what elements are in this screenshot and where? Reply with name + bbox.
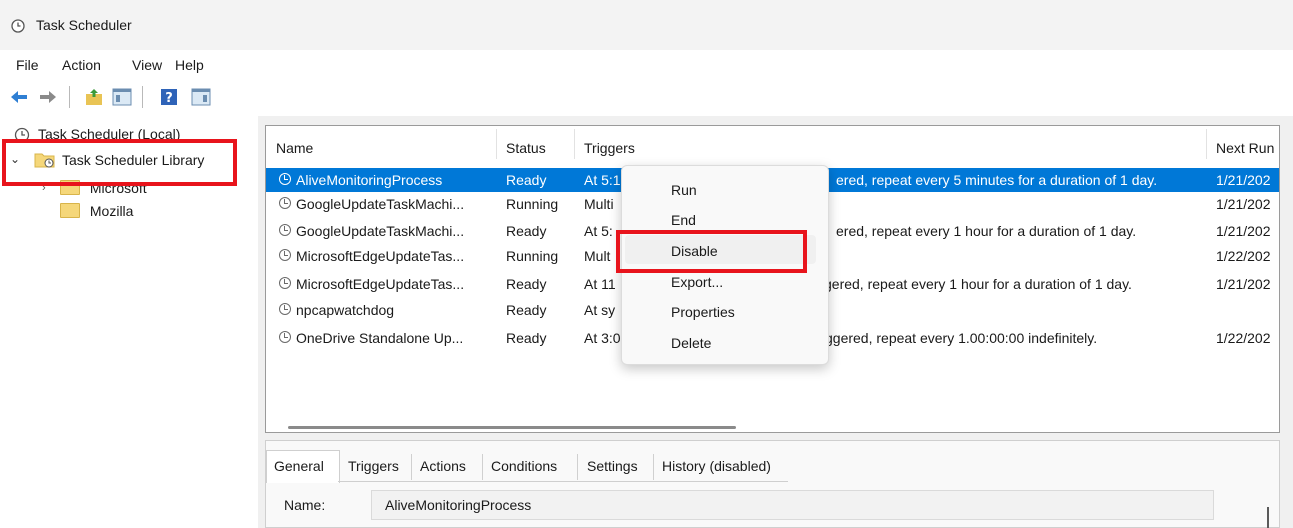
column-divider[interactable] xyxy=(496,129,497,159)
task-status: Running xyxy=(506,248,559,264)
task-trigger: At 11 xyxy=(584,276,616,292)
task-next-run: 1/21/202 xyxy=(1216,276,1271,292)
task-next-run: 1/22/202 xyxy=(1216,330,1271,346)
tab-divider xyxy=(411,454,412,480)
task-name: GoogleUpdateTaskMachi... xyxy=(296,196,465,212)
svg-text:?: ? xyxy=(165,91,173,106)
clock-icon xyxy=(279,303,291,315)
clock-icon xyxy=(279,331,291,343)
task-name: MicrosoftEdgeUpdateTas... xyxy=(296,276,465,292)
menu-view[interactable]: View xyxy=(132,57,162,73)
context-menu-delete[interactable]: Delete xyxy=(671,335,711,351)
context-menu-end[interactable]: End xyxy=(671,212,696,228)
task-status: Ready xyxy=(506,223,547,239)
task-trigger: Multi xyxy=(584,196,614,212)
tab-conditions[interactable]: Conditions xyxy=(491,458,557,474)
clock-icon xyxy=(279,249,291,261)
column-header-triggers[interactable]: Triggers xyxy=(584,140,635,156)
menu-action[interactable]: Action xyxy=(62,57,101,73)
task-name: AliveMonitoringProcess xyxy=(296,172,443,188)
task-status: Ready xyxy=(506,276,547,292)
task-trigger: Mult xyxy=(584,248,611,264)
task-status: Running xyxy=(506,196,559,212)
task-trigger-detail: ggered, repeat every 1.00:00:00 indefini… xyxy=(825,330,1098,346)
context-menu-properties[interactable]: Properties xyxy=(671,304,735,320)
clock-icon xyxy=(279,173,291,185)
column-header-name[interactable]: Name xyxy=(276,140,313,156)
task-next-run: 1/22/202 xyxy=(1216,248,1271,264)
forward-arrow-icon[interactable] xyxy=(38,87,58,107)
tab-strip-line xyxy=(338,481,788,482)
clock-icon xyxy=(279,224,291,236)
task-status: Ready xyxy=(506,330,547,346)
toolbar-separator xyxy=(142,86,143,108)
window-title: Task Scheduler xyxy=(36,17,132,33)
task-name: OneDrive Standalone Up... xyxy=(296,330,464,346)
annotation-highlight-box xyxy=(616,230,807,273)
folder-up-icon[interactable] xyxy=(84,87,104,107)
task-trigger-detail: ered, repeat every 5 minutes for a durat… xyxy=(836,172,1158,188)
annotation-highlight-box xyxy=(2,139,237,186)
tab-settings[interactable]: Settings xyxy=(587,458,638,474)
column-divider[interactable] xyxy=(574,129,575,159)
tab-history[interactable]: History (disabled) xyxy=(662,458,771,474)
back-arrow-icon[interactable] xyxy=(9,87,29,107)
folder-icon xyxy=(60,203,80,218)
tab-general[interactable]: General xyxy=(274,458,324,474)
context-menu-run[interactable]: Run xyxy=(671,182,697,198)
task-trigger-detail: ered, repeat every 1 hour for a duration… xyxy=(836,223,1137,239)
clock-icon xyxy=(279,277,291,289)
task-name: npcapwatchdog xyxy=(296,302,395,318)
task-scheduler-app-icon xyxy=(11,19,25,33)
task-next-run: 1/21/202 xyxy=(1216,196,1271,212)
tree-item-mozilla[interactable]: Mozilla xyxy=(60,203,133,219)
menu-help[interactable]: Help xyxy=(175,57,204,73)
task-trigger: At sy xyxy=(584,302,616,318)
task-next-run: 1/21/202 xyxy=(1216,172,1271,188)
tree-item-label: Mozilla xyxy=(89,203,134,219)
task-trigger: At 3:0 xyxy=(584,330,621,346)
name-field-value: AliveMonitoringProcess xyxy=(385,497,532,513)
task-trigger-detail: gered, repeat every 1 hour for a duratio… xyxy=(824,276,1132,292)
task-next-run: 1/21/202 xyxy=(1216,223,1271,239)
task-name: MicrosoftEdgeUpdateTas... xyxy=(296,248,465,264)
help-icon[interactable]: ? xyxy=(159,87,179,107)
tab-triggers[interactable]: Triggers xyxy=(348,458,399,474)
tab-divider xyxy=(653,454,654,480)
tab-divider xyxy=(577,454,578,480)
column-divider[interactable] xyxy=(1206,129,1207,159)
task-trigger: At 5: xyxy=(584,223,613,239)
column-header-next-run[interactable]: Next Run xyxy=(1216,140,1274,156)
task-status: Ready xyxy=(506,172,547,188)
clock-icon xyxy=(279,197,291,209)
task-name: GoogleUpdateTaskMachi... xyxy=(296,223,465,239)
vertical-scrollbar[interactable] xyxy=(1267,507,1269,528)
menu-file[interactable]: File xyxy=(16,57,39,73)
tab-divider xyxy=(482,454,483,480)
tab-actions[interactable]: Actions xyxy=(420,458,466,474)
horizontal-scrollbar[interactable] xyxy=(288,426,736,429)
toolbar-separator xyxy=(69,86,70,108)
title-bar xyxy=(0,0,1293,50)
name-field-label: Name: xyxy=(284,497,326,513)
task-status: Ready xyxy=(506,302,547,318)
context-menu-export[interactable]: Export... xyxy=(671,274,723,290)
task-trigger: At 5:1 xyxy=(584,172,621,188)
show-hide-action-pane-icon[interactable] xyxy=(191,87,211,107)
column-header-status[interactable]: Status xyxy=(506,140,546,156)
show-hide-console-tree-icon[interactable] xyxy=(112,87,132,107)
